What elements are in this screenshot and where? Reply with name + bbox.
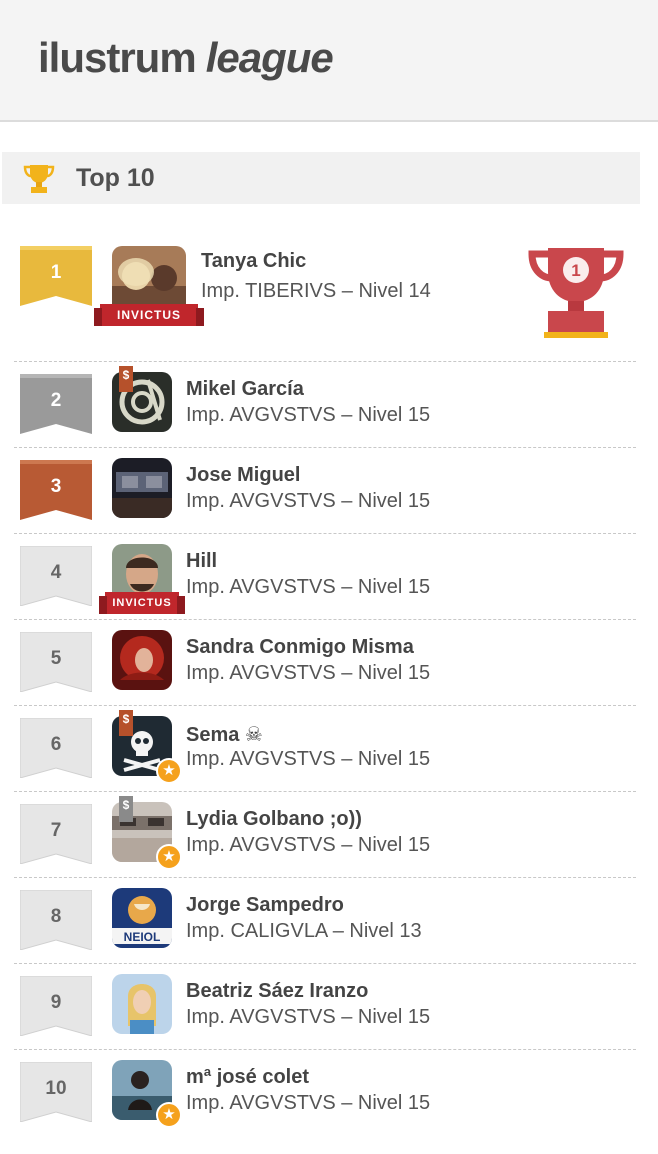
player-name[interactable]: Tanya Chic	[201, 250, 306, 273]
rank-number: 9	[51, 992, 62, 1013]
rank-ribbon: 9	[20, 976, 92, 1036]
invictus-badge: INVICTUS	[99, 592, 185, 614]
player-info: Imp. AVGVSTVS – Nivel 15	[186, 404, 431, 426]
ranking-row-4[interactable]: 4 INVICTUS Hill Imp. AVGVSTVS – Nivel 15	[14, 534, 636, 620]
avatar[interactable]	[112, 458, 172, 518]
rank-number: 6	[51, 734, 62, 755]
player-info: Imp. TIBERIVS – Nivel 14	[201, 280, 431, 302]
player-info: Imp. AVGVSTVS – Nivel 15	[186, 834, 431, 856]
ranking-row-9[interactable]: 9 Beatriz Sáez Iranzo Imp. AVGVSTVS – Ni…	[14, 964, 636, 1050]
rank-ribbon: 7	[20, 804, 92, 864]
star-icon: ★	[156, 758, 182, 784]
rank-number: 8	[51, 906, 62, 927]
avatar[interactable]	[112, 630, 172, 690]
rank-ribbon-gold: 1	[20, 246, 92, 306]
avatar-caption: NEIOL	[124, 930, 161, 944]
player-name[interactable]: Sandra Conmigo Misma	[186, 636, 414, 659]
player-name[interactable]: Lydia Golbano ;o))	[186, 808, 362, 831]
player-name[interactable]: Sema ☠	[186, 722, 263, 747]
player-name[interactable]: Beatriz Sáez Iranzo	[186, 980, 368, 1003]
ranking-row-5[interactable]: 5 Sandra Conmigo Misma Imp. AVGVSTVS – N…	[14, 620, 636, 706]
player-name[interactable]: Hill	[186, 550, 217, 573]
rank-number: 10	[45, 1078, 66, 1099]
rank-number: 7	[51, 820, 62, 841]
player-name[interactable]: Jose Miguel	[186, 464, 300, 487]
top10-section-header: Top 10	[2, 152, 640, 204]
player-info: Imp. AVGVSTVS – Nivel 15	[186, 576, 431, 598]
player-info: Imp. AVGVSTVS – Nivel 15	[186, 1092, 431, 1114]
trophy-rank-1-icon: 1	[528, 248, 624, 338]
avatar-photo	[112, 458, 172, 518]
player-info: Imp. AVGVSTVS – Nivel 15	[186, 662, 431, 684]
svg-text:1: 1	[571, 261, 580, 280]
logo-text: ilustrum	[38, 34, 197, 81]
ranking-row-3[interactable]: 3 Jose Miguel Imp. AVGVSTVS – Nivel 15	[14, 448, 636, 534]
bookmark-badge: $	[119, 796, 133, 822]
avatar-photo: NEIOL	[112, 888, 172, 948]
player-name[interactable]: Jorge Sampedro	[186, 894, 344, 917]
star-icon: ★	[156, 844, 182, 870]
avatar-photo	[112, 630, 172, 690]
trophy-icon	[23, 165, 55, 193]
ranking-row-6[interactable]: 6 $ ★ Sema ☠ Imp. AVGVSTVS – Nivel 15	[14, 706, 636, 792]
section-title: Top 10	[76, 163, 155, 192]
rank-ribbon-bronze: 3	[20, 460, 92, 520]
ranking-row-7[interactable]: 7 $ ★ Lydia Golbano ;o)) Imp. AVGVSTVS –…	[14, 792, 636, 878]
ranking-row-10[interactable]: 10 ★ mª josé colet Imp. AVGVSTVS – Nivel…	[14, 1050, 636, 1136]
bookmark-badge: $	[119, 366, 133, 392]
player-info: Imp. AVGVSTVS – Nivel 15	[186, 748, 431, 770]
rank-ribbon: 6	[20, 718, 92, 778]
bookmark-badge: $	[119, 710, 133, 736]
player-info: Imp. CALIGVLA – Nivel 13	[186, 920, 422, 942]
ranking-row-2[interactable]: 2 $ Mikel García Imp. AVGVSTVS – Nivel 1…	[14, 362, 636, 448]
app-header: ilustrum league	[0, 0, 658, 122]
invictus-badge: INVICTUS	[94, 304, 204, 326]
player-name[interactable]: mª josé colet	[186, 1066, 309, 1089]
rank-ribbon: 10	[20, 1062, 92, 1122]
logo-text-league: league	[205, 34, 334, 81]
rank-number: 4	[51, 562, 62, 583]
rank-ribbon: 4	[20, 546, 92, 606]
rank-ribbon-silver: 2	[20, 374, 92, 434]
player-info: Imp. AVGVSTVS – Nivel 15	[186, 1006, 431, 1028]
star-icon: ★	[156, 1102, 182, 1128]
ranking-row-1[interactable]: 1 INVICTUS Tanya Chic Imp. TIBERIVS – Ni…	[14, 228, 636, 362]
ilustrum-league-logo[interactable]: ilustrum league	[38, 26, 334, 90]
player-name[interactable]: Mikel García	[186, 378, 304, 401]
avatar-photo	[112, 974, 172, 1034]
rank-ribbon: 8	[20, 890, 92, 950]
player-info: Imp. AVGVSTVS – Nivel 15	[186, 490, 431, 512]
rank-number: 3	[51, 476, 62, 497]
rank-number: 5	[51, 648, 62, 669]
avatar[interactable]	[112, 974, 172, 1034]
rank-ribbon: 5	[20, 632, 92, 692]
ranking-row-8[interactable]: 8 NEIOL Jorge Sampedro Imp. CALIGVLA – N…	[14, 878, 636, 964]
rank-number: 2	[51, 390, 62, 411]
avatar[interactable]: NEIOL	[112, 888, 172, 948]
rank-number: 1	[51, 262, 62, 283]
